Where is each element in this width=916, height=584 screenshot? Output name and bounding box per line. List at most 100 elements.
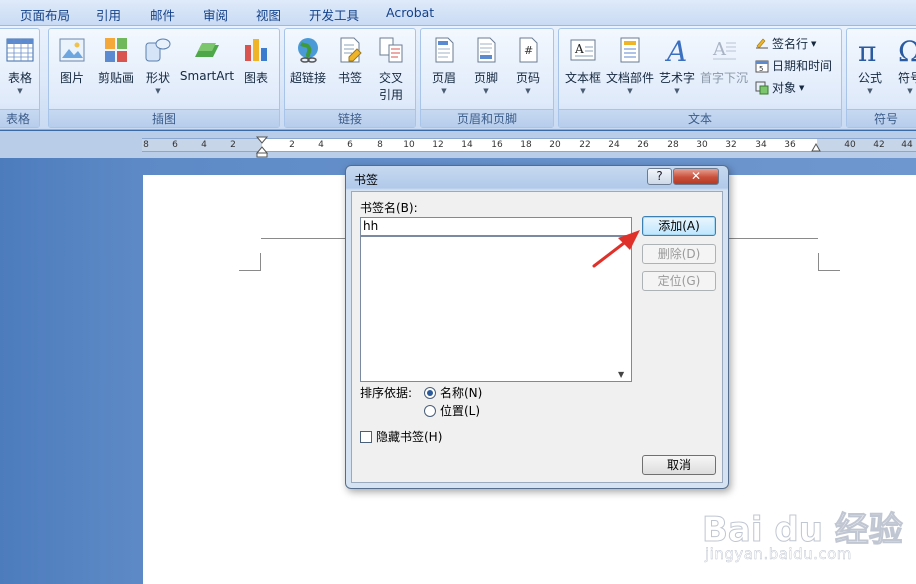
svg-text:A: A xyxy=(664,35,687,65)
date-time-button[interactable]: 5 日期和时间 xyxy=(755,57,832,74)
wordart-icon: A xyxy=(664,35,687,65)
sort-by-name-radio[interactable] xyxy=(424,387,436,399)
pi-icon: π xyxy=(858,35,876,65)
add-button[interactable]: 添加(A) xyxy=(642,216,716,236)
signature-icon xyxy=(756,38,768,48)
dropdown-arrow-icon: ▼ xyxy=(811,39,817,48)
shapes-icon xyxy=(145,38,171,62)
page-number-button[interactable]: # 页码 ▼ xyxy=(511,35,545,95)
page-number-icon: # xyxy=(519,37,538,63)
ruler-tick-label: 22 xyxy=(579,140,591,150)
table-button[interactable]: 表格 ▼ xyxy=(3,35,37,95)
smartart-icon xyxy=(195,43,219,57)
ruler-tick-label: 40 xyxy=(844,140,856,150)
svg-text:#: # xyxy=(524,44,533,57)
red-arrow-icon xyxy=(592,230,640,268)
group-header-footer: 页眉 ▼ 页脚 ▼ # 页码 ▼ 页眉和页脚 xyxy=(420,28,554,128)
hidden-bookmarks-checkbox[interactable] xyxy=(360,431,372,443)
group-label-header-footer: 页眉和页脚 xyxy=(421,109,553,127)
dropdown-arrow-icon: ▼ xyxy=(525,87,531,95)
footer-button[interactable]: 页脚 ▼ xyxy=(469,35,503,95)
right-indent-marker-icon[interactable] xyxy=(811,142,821,152)
group-label-symbols: 符号 xyxy=(847,109,916,127)
indent-marker-icon[interactable] xyxy=(256,136,268,158)
ruler-tick-label: 30 xyxy=(696,140,708,150)
svg-text:π: π xyxy=(858,35,876,65)
globe-link-icon xyxy=(298,38,318,63)
goto-button[interactable]: 定位(G) xyxy=(642,271,716,291)
object-button[interactable]: 对象 ▼ xyxy=(755,79,804,96)
shapes-button[interactable]: 形状 ▼ xyxy=(141,35,175,95)
group-label-table: 表格 xyxy=(0,109,39,127)
header-button[interactable]: 页眉 ▼ xyxy=(427,35,461,95)
quick-parts-button[interactable]: 文档部件 ▼ xyxy=(605,35,655,95)
chart-button[interactable]: 图表 xyxy=(239,35,273,86)
bookmark-icon xyxy=(340,37,362,63)
calendar-icon: 5 xyxy=(755,60,769,73)
dropdown-arrow-icon: ▼ xyxy=(627,87,633,95)
tab-review[interactable]: 审阅 xyxy=(203,5,228,24)
hidden-bookmarks-label[interactable]: 隐藏书签(H) xyxy=(376,428,442,445)
ruler-tick-label: 28 xyxy=(667,140,679,150)
ribbon-tab-row: 页面布局 引用 邮件 审阅 视图 开发工具 Acrobat xyxy=(0,0,916,26)
scroll-down-icon[interactable]: ▼ xyxy=(618,370,624,379)
cancel-button[interactable]: 取消 xyxy=(642,455,716,475)
group-text: A 文本框 ▼ 文档部件 ▼ A 艺术字 ▼ A 首字下沉 签名行 ▼ 5 日期… xyxy=(558,28,842,128)
dialog-title: 书签 xyxy=(354,173,379,187)
group-symbols: π 公式 ▼ Ω 符号 ▼ 符号 xyxy=(846,28,916,128)
omega-icon: Ω xyxy=(898,35,916,65)
ruler-tick-label: 44 xyxy=(901,140,913,150)
tab-references[interactable]: 引用 xyxy=(96,5,121,24)
equation-button[interactable]: π 公式 ▼ xyxy=(853,35,887,95)
crop-mark-right xyxy=(818,253,840,271)
sort-by-name-label[interactable]: 名称(N) xyxy=(440,384,482,401)
footer-icon xyxy=(477,37,496,63)
svg-text:Ω: Ω xyxy=(898,35,916,65)
quick-parts-icon xyxy=(620,37,640,63)
svg-text:A: A xyxy=(574,42,584,56)
tab-mailings[interactable]: 邮件 xyxy=(150,5,175,24)
help-button[interactable]: ? xyxy=(647,168,672,185)
group-illustrations: 图片 剪贴画 形状 ▼ SmartArt 图表 插图 xyxy=(48,28,280,128)
dropdown-arrow-icon: ▼ xyxy=(674,87,680,95)
wordart-button[interactable]: A 艺术字 ▼ xyxy=(657,35,697,95)
close-button[interactable]: ✕ xyxy=(673,168,719,185)
smartart-button[interactable]: SmartArt xyxy=(179,35,235,83)
cross-reference-icon xyxy=(379,37,403,63)
delete-button[interactable]: 删除(D) xyxy=(642,244,716,264)
tab-view[interactable]: 视图 xyxy=(256,5,281,24)
clipart-button[interactable]: 剪贴画 xyxy=(95,35,137,86)
ruler-tick-label: 6 xyxy=(172,140,178,150)
sort-by-location-radio[interactable] xyxy=(424,405,436,417)
horizontal-ruler[interactable]: 8 6 4 2 2 4 6 8 10 12 14 16 18 20 22 24 … xyxy=(0,131,916,158)
ruler-tick-label: 24 xyxy=(608,140,620,150)
bookmark-name-label: 书签名(B): xyxy=(360,201,418,215)
tab-developer[interactable]: 开发工具 xyxy=(309,5,359,24)
watermark-url: jingyan.baidu.com xyxy=(705,545,852,563)
textbox-button[interactable]: A 文本框 ▼ xyxy=(563,35,603,95)
sort-by-location-label[interactable]: 位置(L) xyxy=(440,402,480,419)
tab-acrobat[interactable]: Acrobat xyxy=(386,5,434,20)
ruler-tick-label: 8 xyxy=(143,140,149,150)
group-label-illustrations: 插图 xyxy=(49,109,279,127)
dropcap-button[interactable]: A 首字下沉 xyxy=(699,35,749,86)
bookmark-button[interactable]: 书签 xyxy=(333,35,367,86)
ruler-tick-label: 14 xyxy=(461,140,473,150)
table-icon xyxy=(6,38,34,62)
dropcap-icon: A xyxy=(712,39,736,60)
ruler-tick-label: 26 xyxy=(637,140,649,150)
dropdown-arrow-icon: ▼ xyxy=(155,87,161,95)
ruler-tick-label: 4 xyxy=(201,140,207,150)
bookmark-dialog: 书签 ? ✕ 书签名(B): hh ▼ 添加(A) 删除(D) 定位(G) 排序… xyxy=(345,165,729,489)
symbol-button[interactable]: Ω 符号 ▼ xyxy=(893,35,916,95)
dialog-body: 书签名(B): hh ▼ 添加(A) 删除(D) 定位(G) 排序依据: 名称(… xyxy=(351,191,723,483)
picture-button[interactable]: 图片 xyxy=(55,35,89,86)
dropdown-arrow-icon: ▼ xyxy=(867,87,873,95)
textbox-icon: A xyxy=(570,39,596,61)
tab-page-layout[interactable]: 页面布局 xyxy=(20,5,70,24)
hyperlink-button[interactable]: 超链接 xyxy=(289,35,327,86)
svg-text:5: 5 xyxy=(759,65,763,73)
signature-line-button[interactable]: 签名行 ▼ xyxy=(755,35,816,52)
cross-reference-button[interactable]: 交叉 引用 xyxy=(373,35,409,103)
ruler-tick-label: 2 xyxy=(289,140,295,150)
